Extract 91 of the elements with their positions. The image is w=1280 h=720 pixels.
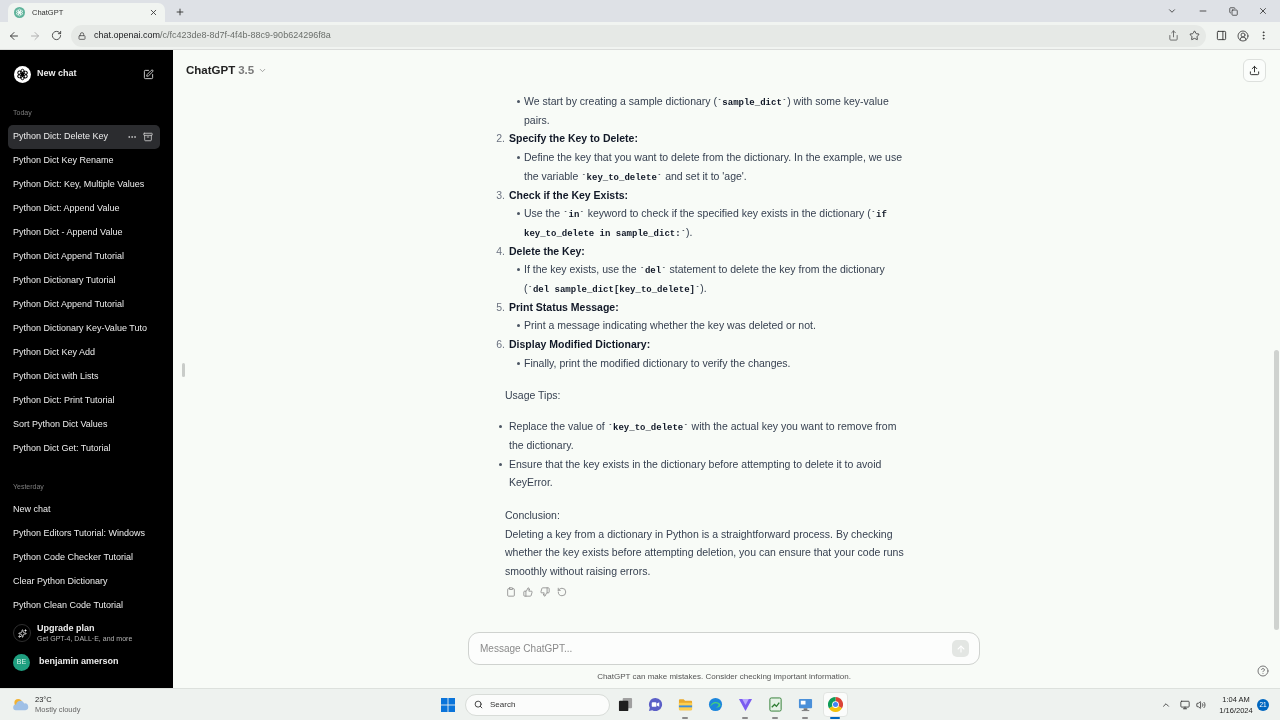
thumbs-up-icon[interactable] bbox=[523, 586, 533, 597]
lock-icon bbox=[78, 31, 86, 40]
chat-item[interactable]: Python Dict: Append Value bbox=[8, 197, 160, 221]
chat-item[interactable]: Python Dict Key Rename bbox=[8, 149, 160, 173]
step-heading: Specify the Key to Delete: bbox=[509, 131, 639, 147]
upload-icon bbox=[1249, 65, 1260, 76]
taskbar-search-box[interactable]: Search bbox=[465, 693, 610, 716]
chat-item[interactable]: Python Dict Append Tutorial bbox=[8, 293, 160, 317]
chat-item[interactable]: Python Code Checker Tutorial bbox=[8, 546, 160, 570]
chat-item[interactable]: Python Dict: Delete Key bbox=[8, 125, 160, 149]
sidebar-toggle-handle[interactable] bbox=[182, 363, 185, 377]
chat-item[interactable]: Python Clean Code Tutorial bbox=[8, 594, 160, 618]
share-button[interactable] bbox=[1243, 59, 1266, 82]
chat-item[interactable]: Python Dict: Print Tutorial bbox=[8, 389, 160, 413]
chat-item[interactable]: Python Editors Tutorial: Windows bbox=[8, 522, 160, 546]
list-item-text: Replace the value of `key_to_delete` with the actual key you want to remove from the dictionary. bbox=[509, 419, 898, 453]
search-icon bbox=[474, 700, 483, 709]
section-heading: Usage Tips: bbox=[505, 387, 562, 403]
step-heading: Display Modified Dictionary: bbox=[509, 337, 652, 353]
section-heading: Conclusion: bbox=[505, 508, 561, 524]
list-item-text: Print a message indicating whether the key was deleted or not. bbox=[524, 318, 817, 334]
profile-icon[interactable] bbox=[1237, 29, 1249, 42]
sparkle-icon bbox=[13, 624, 31, 642]
tab-list-icon[interactable] bbox=[1167, 6, 1177, 16]
thumbs-down-icon[interactable] bbox=[540, 586, 550, 597]
bullet-icon bbox=[499, 425, 502, 429]
step-number: 5. bbox=[495, 299, 505, 315]
step-heading: Print Status Message: bbox=[509, 299, 620, 315]
chart-sheet-icon[interactable] bbox=[767, 697, 783, 712]
step-heading: Delete the Key: bbox=[509, 243, 586, 259]
archive-icon[interactable] bbox=[143, 132, 153, 142]
model-selector[interactable]: ChatGPT 3.5 bbox=[186, 61, 268, 80]
chat-item[interactable]: Python Dict with Lists bbox=[8, 365, 160, 389]
chat-item[interactable]: Sort Python Dict Values bbox=[8, 413, 160, 437]
list-item-text: Finally, print the modified dictionary to verify the changes. bbox=[524, 355, 792, 371]
back-icon[interactable] bbox=[8, 29, 20, 42]
share-icon[interactable] bbox=[1168, 30, 1179, 41]
new-tab-icon[interactable] bbox=[175, 7, 185, 17]
funnel-icon[interactable] bbox=[737, 697, 753, 712]
disclaimer-text: ChatGPT can make mistakes. Consider checking important information. bbox=[597, 670, 851, 683]
bullet-icon bbox=[517, 212, 520, 216]
chat-item[interactable]: Python Dict: Key, Multiple Values bbox=[8, 173, 160, 197]
chat-item[interactable]: New chat bbox=[8, 498, 160, 522]
chat-item[interactable]: Python Dict Append Tutorial bbox=[8, 245, 160, 269]
bullet-icon bbox=[517, 100, 520, 103]
copy-icon[interactable] bbox=[506, 586, 516, 597]
chat-item[interactable]: Python Dict Get: Tutorial bbox=[8, 437, 160, 461]
task-view-icon[interactable] bbox=[617, 697, 633, 712]
address-bar[interactable]: chat.openai.com/c/fc423de8-8d7f-4f4b-88c9-90b624296f8a bbox=[71, 24, 1206, 47]
list-item-text: Define the key that you want to delete from the dictionary. In the example, we use the variable `key_to_delete` and set it to 'age'. bbox=[524, 150, 903, 185]
list-item-text: Ensure that the key exists in the dictionary before attempting to delete it to avoid KeyError. bbox=[509, 456, 883, 491]
chat-item[interactable]: Clear Python Dictionary bbox=[8, 570, 160, 594]
bullet-icon bbox=[517, 268, 520, 272]
start-icon[interactable] bbox=[441, 697, 455, 712]
bullet-icon bbox=[499, 462, 502, 466]
chat-item[interactable]: Python Dict - Append Value bbox=[8, 221, 160, 245]
bullet-icon bbox=[517, 324, 520, 328]
regenerate-icon[interactable] bbox=[557, 586, 567, 597]
conclusion-text: Deleting a key from a dictionary in Python is a straightforward process. By checking whether the key exists before attempting deletion, you can ensure that your code runs smoothly without raising errors. bbox=[505, 526, 905, 580]
message-input[interactable]: Message ChatGPT... bbox=[468, 632, 980, 665]
url-text: chat.openai.com/c/fc423de8-8d7f-4f4b-88c9-90b624296f8a bbox=[94, 28, 331, 42]
logo-icon bbox=[14, 65, 31, 83]
step-number: 2. bbox=[495, 131, 505, 147]
folder-icon[interactable] bbox=[677, 697, 693, 712]
step-number: 3. bbox=[495, 187, 505, 203]
reload-icon[interactable] bbox=[51, 30, 62, 41]
help-icon[interactable] bbox=[1257, 665, 1269, 677]
volume-icon[interactable] bbox=[1196, 699, 1206, 710]
close-window-icon[interactable] bbox=[1258, 6, 1268, 16]
monitor-app-icon[interactable] bbox=[797, 697, 813, 712]
chat-bubble-icon[interactable] bbox=[647, 697, 663, 712]
tab-favicon-icon bbox=[14, 7, 25, 18]
step-heading: Check if the Key Exists: bbox=[509, 187, 630, 203]
restore-icon[interactable] bbox=[1228, 6, 1238, 16]
step-number: 6. bbox=[495, 337, 505, 353]
bullet-icon bbox=[517, 156, 520, 160]
side-panel-icon[interactable] bbox=[1216, 30, 1227, 41]
new-chat-button[interactable]: New chat bbox=[14, 65, 77, 83]
swirl-browser-icon[interactable] bbox=[707, 697, 723, 712]
bookmark-star-icon[interactable] bbox=[1189, 30, 1200, 41]
network-monitor-icon[interactable] bbox=[1180, 699, 1190, 710]
chat-item[interactable]: Python Dictionary Key-Value Tuto bbox=[8, 317, 160, 341]
bullet-icon bbox=[517, 361, 520, 365]
step-number: 4. bbox=[495, 243, 505, 259]
edit-icon[interactable] bbox=[143, 68, 154, 80]
upgrade-plan-link[interactable]: Upgrade plan bbox=[37, 622, 133, 634]
user-name[interactable]: benjamin amerson bbox=[39, 655, 119, 669]
chat-item[interactable]: Python Dictionary Tutorial bbox=[8, 269, 160, 293]
chevron-down-icon bbox=[258, 66, 268, 75]
close-tab-icon[interactable] bbox=[149, 8, 158, 17]
chat-item[interactable]: Python Dict Key Add bbox=[8, 341, 160, 365]
